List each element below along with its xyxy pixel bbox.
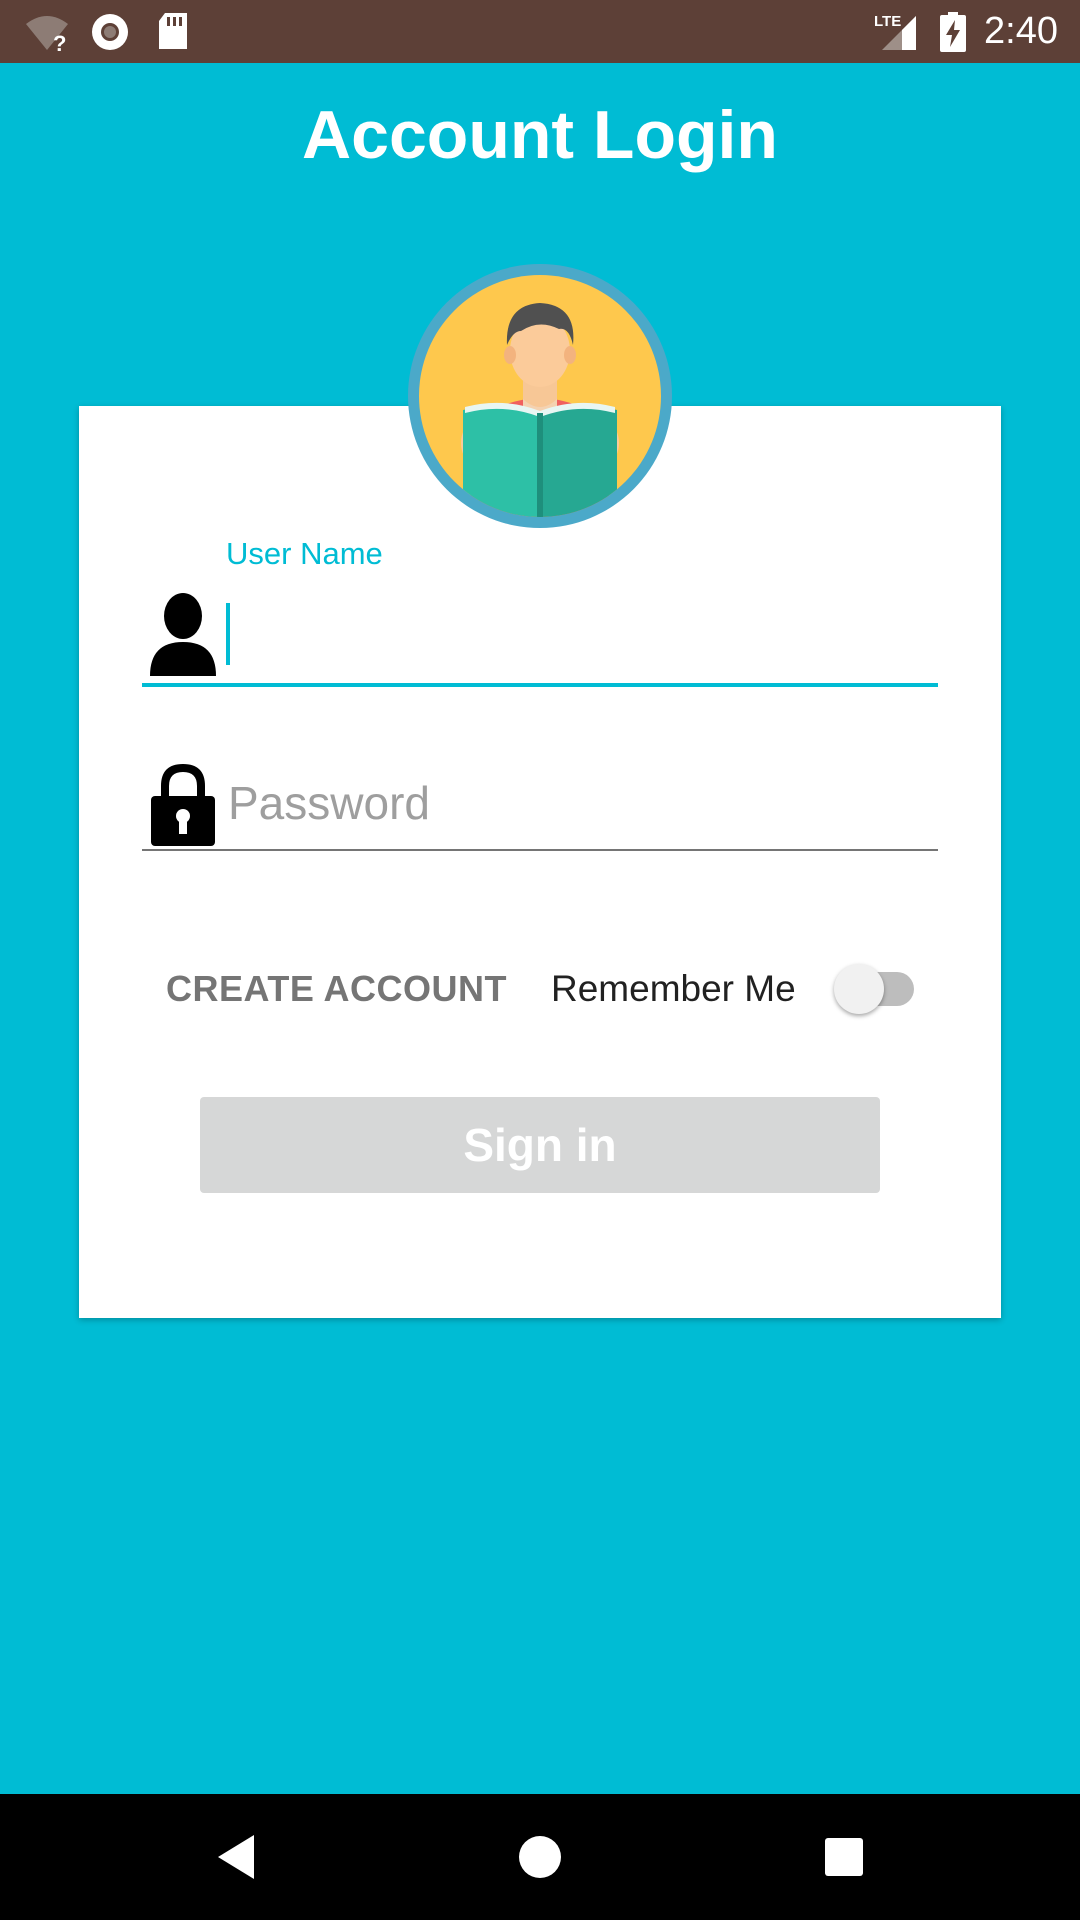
battery-charging-icon	[938, 0, 968, 63]
create-account-button[interactable]: CREATE ACCOUNT	[166, 968, 507, 1010]
username-field[interactable]	[226, 595, 930, 677]
svg-text:LTE: LTE	[874, 13, 901, 30]
signal-icon: LTE	[874, 0, 918, 63]
password-field[interactable]	[226, 762, 930, 844]
status-bar: ? LTE 2:40	[0, 0, 1080, 63]
username-underline	[142, 683, 938, 687]
navigation-bar	[0, 1794, 1080, 1920]
page-title: Account Login	[302, 97, 778, 173]
reader-avatar-icon	[419, 275, 661, 517]
password-underline	[142, 849, 938, 851]
username-label: User Name	[226, 536, 383, 571]
user-icon	[148, 592, 218, 683]
home-icon[interactable]	[480, 1794, 600, 1920]
back-icon[interactable]	[176, 1794, 296, 1920]
sign-in-button[interactable]: Sign in	[200, 1097, 880, 1193]
status-time: 2:40	[984, 10, 1058, 52]
svg-text:?: ?	[53, 31, 66, 52]
sd-card-icon	[155, 0, 191, 63]
record-icon	[90, 0, 130, 63]
wifi-unknown-icon: ?	[22, 0, 72, 63]
lock-icon	[148, 760, 218, 851]
remember-me-label: Remember Me	[551, 968, 796, 1009]
text-cursor	[226, 603, 230, 665]
recents-icon[interactable]	[784, 1794, 904, 1920]
toggle-thumb	[834, 964, 884, 1014]
remember-me-toggle[interactable]	[834, 960, 920, 1018]
avatar	[408, 264, 672, 528]
